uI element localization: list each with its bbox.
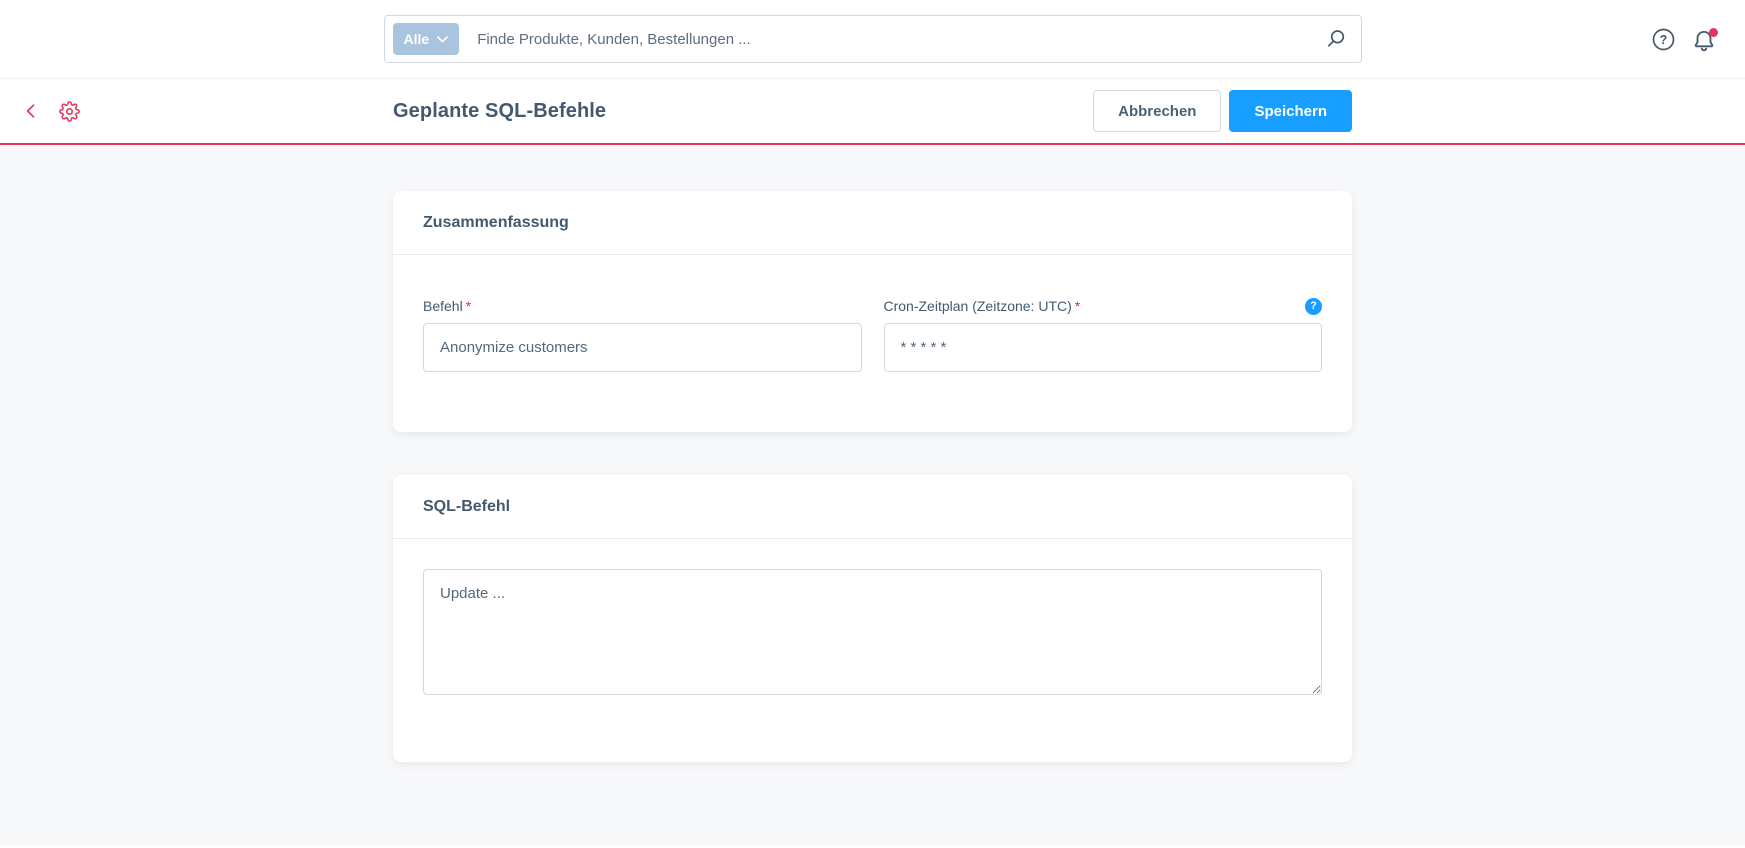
required-marker: * bbox=[466, 298, 471, 314]
required-marker: * bbox=[1075, 298, 1080, 314]
page-title: Geplante SQL-Befehle bbox=[393, 100, 606, 123]
global-search-bar[interactable]: Alle bbox=[384, 15, 1362, 63]
sql-card: SQL-Befehl Update ... bbox=[393, 475, 1352, 762]
cron-help-icon[interactable]: ? bbox=[1305, 298, 1322, 315]
cron-field-label: Cron-Zeitplan (Zeitzone: UTC)* bbox=[884, 298, 1081, 314]
command-field-label-row: Befehl* bbox=[423, 297, 862, 315]
cron-field: Cron-Zeitplan (Zeitzone: UTC)* ? bbox=[884, 297, 1323, 372]
command-field-label: Befehl* bbox=[423, 298, 471, 314]
cron-input[interactable] bbox=[884, 323, 1323, 372]
page-content: Zusammenfassung Befehl* Cron-Zeitplan (Z… bbox=[0, 145, 1745, 846]
search-input[interactable] bbox=[475, 30, 1324, 49]
top-bar: Alle ? bbox=[0, 0, 1745, 79]
notification-dot bbox=[1709, 28, 1718, 37]
chevron-down-icon bbox=[437, 36, 448, 43]
sql-card-body: Update ... bbox=[393, 539, 1352, 762]
smart-bar-actions: Abbrechen Speichern bbox=[1093, 90, 1352, 132]
command-field: Befehl* bbox=[423, 297, 862, 372]
search-icon[interactable] bbox=[1325, 28, 1347, 50]
search-filter-dropdown[interactable]: Alle bbox=[393, 23, 460, 55]
summary-card-header: Zusammenfassung bbox=[393, 191, 1352, 255]
sql-command-textarea[interactable]: Update ... bbox=[423, 569, 1322, 695]
gear-icon[interactable] bbox=[56, 98, 82, 124]
top-bar-actions: ? bbox=[1650, 0, 1717, 79]
sql-card-header: SQL-Befehl bbox=[393, 475, 1352, 539]
save-button[interactable]: Speichern bbox=[1229, 90, 1352, 132]
cancel-button[interactable]: Abbrechen bbox=[1093, 90, 1221, 132]
back-chevron-icon[interactable] bbox=[18, 98, 44, 124]
search-filter-label: Alle bbox=[404, 31, 430, 47]
cron-field-label-row: Cron-Zeitplan (Zeitzone: UTC)* ? bbox=[884, 297, 1323, 315]
svg-text:?: ? bbox=[1659, 33, 1667, 47]
smart-bar-left bbox=[18, 79, 82, 143]
help-circle-icon[interactable]: ? bbox=[1650, 27, 1676, 53]
summary-card-title: Zusammenfassung bbox=[423, 214, 569, 232]
smart-bar: Geplante SQL-Befehle Abbrechen Speichern bbox=[0, 79, 1745, 145]
summary-card: Zusammenfassung Befehl* Cron-Zeitplan (Z… bbox=[393, 191, 1352, 432]
summary-card-body: Befehl* Cron-Zeitplan (Zeitzone: UTC)* ? bbox=[393, 255, 1352, 432]
command-input[interactable] bbox=[423, 323, 862, 372]
sql-card-title: SQL-Befehl bbox=[423, 498, 510, 516]
bell-icon[interactable] bbox=[1691, 27, 1717, 53]
